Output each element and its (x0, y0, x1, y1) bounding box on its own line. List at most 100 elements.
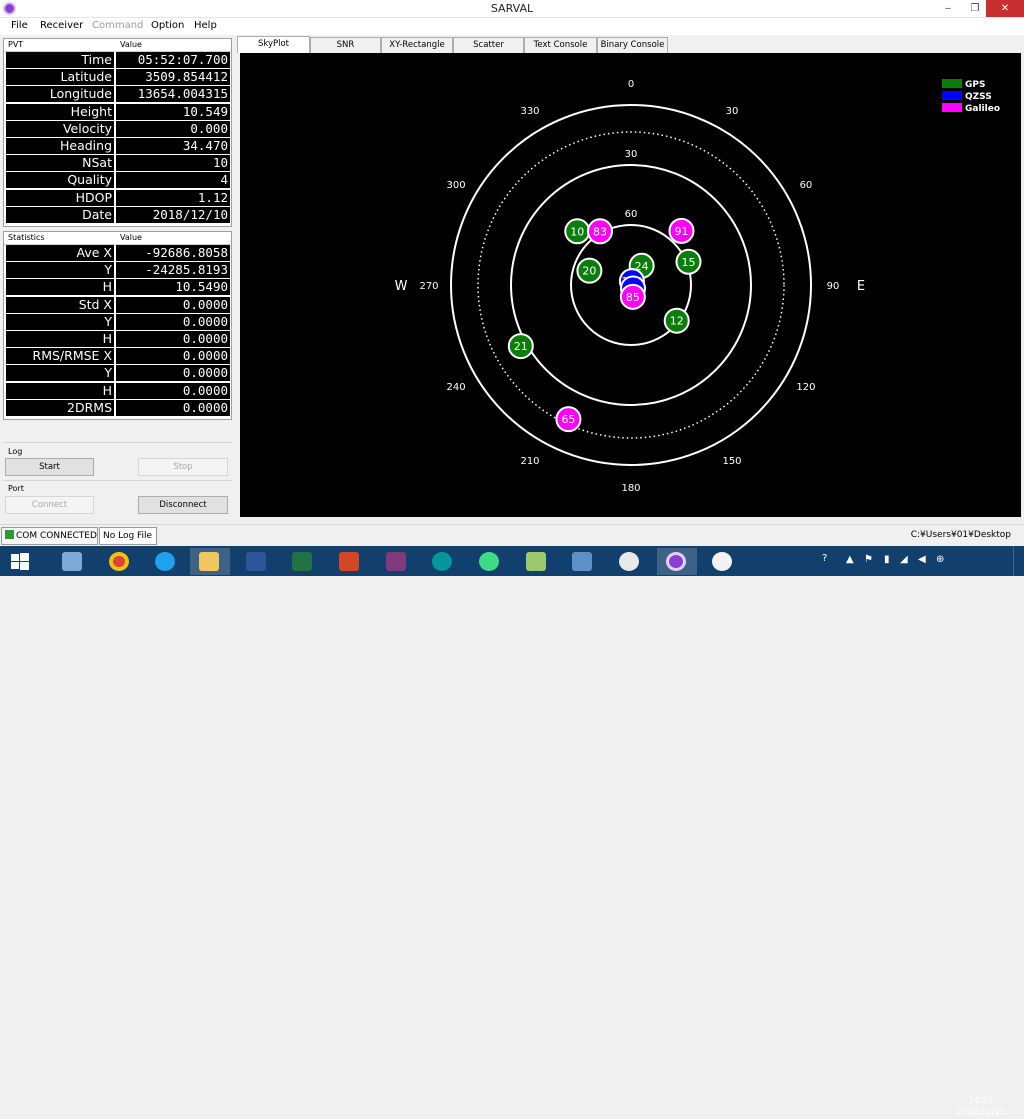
satellite-marker: 10 (564, 218, 591, 245)
pvt-row: Time 05:52:07.700 (4, 52, 231, 70)
volume-icon[interactable]: ◀ (918, 554, 926, 565)
pvt-row: Date 2018/12/10 (4, 206, 231, 224)
menu-receiver[interactable]: Receiver (40, 20, 83, 31)
taskbar-file-manager[interactable] (53, 548, 93, 575)
azimuth-label: 270 (419, 281, 438, 292)
pvt-row-value: 34.470 (116, 137, 230, 154)
pvt-row: Velocity 0.000 (4, 120, 231, 138)
taskbar-excel[interactable] (283, 548, 323, 575)
stats-row-value: 10.5490 (116, 279, 230, 296)
taskbar-network-app[interactable] (563, 548, 603, 575)
stats-row: Ave X -92686.8058 (4, 245, 231, 263)
start-button[interactable] (0, 548, 40, 575)
stats-row-value: 0.0000 (116, 330, 230, 347)
stats-row-value: 0.0000 (116, 399, 230, 416)
taskbar-android-studio[interactable] (470, 548, 510, 575)
compass-west-label: W (395, 279, 408, 294)
satellite-id-label: 10 (570, 225, 584, 238)
pvt-table-header: PVT Value (4, 39, 231, 52)
log-start-button[interactable]: Start (5, 458, 94, 476)
taskbar-word[interactable] (237, 548, 277, 575)
pvt-row-label: NSat (6, 155, 114, 172)
network-tray-icon[interactable]: ◢ (900, 554, 908, 565)
com-status: COM CONNECTED (1, 527, 98, 545)
tab-scatter[interactable]: Scatter (453, 37, 524, 53)
taskbar-clock[interactable]: 14:52 2018/12/10 (952, 1095, 1010, 1119)
word-icon (246, 552, 266, 571)
pvt-row-value: 4 (116, 172, 230, 189)
satellite-id-label: 83 (593, 225, 607, 238)
pvt-row: Heading 34.470 (4, 137, 231, 156)
satellite-marker: 83 (587, 218, 613, 245)
tab-binary-console[interactable]: Binary Console (597, 37, 668, 53)
window-title: SARVAL (490, 2, 534, 15)
stats-row-value: 0.0000 (116, 348, 230, 365)
menu-help[interactable]: Help (194, 20, 217, 31)
stats-row: RMS/RMSE X 0.0000 (4, 348, 231, 366)
taskbar-powerpoint[interactable] (330, 548, 370, 575)
pvt-row-label: Quality (6, 172, 114, 189)
legend-swatch (942, 79, 962, 88)
satellite-id-label: 15 (681, 256, 695, 269)
minimize-button[interactable]: ‒ (935, 0, 961, 17)
com-status-text: COM CONNECTED (16, 531, 97, 541)
tab-snr[interactable]: SNR (310, 37, 381, 53)
port-connect-button[interactable]: Connect (5, 496, 94, 514)
tray-expand-icon[interactable]: ▲ (846, 554, 854, 565)
pvt-row-label: Time (6, 52, 114, 68)
compass-east-label: E (857, 279, 865, 294)
satellite-marker: 65 (555, 406, 582, 433)
ime-icon[interactable]: ⊕ (936, 554, 944, 565)
elevation-label: 60 (625, 209, 638, 220)
close-button[interactable]: ✕ (986, 0, 1024, 17)
working-directory: C:¥Users¥01¥Desktop (910, 530, 1011, 540)
stats-row-label: 2DRMS (6, 399, 114, 416)
stats-row-label: RMS/RMSE X (6, 348, 114, 365)
taskbar-onenote[interactable] (377, 548, 417, 575)
taskbar-explorer[interactable] (190, 548, 230, 575)
pvt-row-value: 3509.854412 (116, 69, 230, 86)
restore-button[interactable]: ❐ (962, 0, 988, 17)
taskbar-sarval[interactable] (657, 548, 697, 575)
powerpoint-icon (339, 552, 359, 571)
menu-option[interactable]: Option (151, 20, 184, 31)
tab-text-console[interactable]: Text Console (524, 37, 597, 53)
flag-icon[interactable]: ⚑ (864, 554, 873, 565)
map-icon (526, 552, 546, 571)
excel-icon (292, 552, 312, 571)
azimuth-label: 30 (726, 106, 739, 117)
taskbar-paint[interactable] (703, 548, 743, 575)
pvt-row: NSat 10 (4, 155, 231, 173)
network-icon (572, 552, 592, 571)
taskbar-internet-explorer[interactable] (146, 548, 186, 575)
skyplot-satellites: 108324911520194185122165 (507, 217, 702, 433)
stats-row: 2DRMS 0.0000 (4, 399, 231, 417)
stats-row-value: 0.0000 (116, 296, 230, 313)
azimuth-label: 240 (447, 382, 466, 393)
azimuth-label: 60 (800, 180, 813, 191)
satellite-marker: 20 (576, 257, 603, 284)
azimuth-label: 330 (520, 106, 539, 117)
log-stop-button[interactable]: Stop (138, 458, 228, 476)
help-icon[interactable]: ? (822, 553, 827, 564)
file-manager-icon (62, 552, 82, 571)
menu-command[interactable]: Command (92, 20, 143, 31)
pvt-row-value: 13654.004315 (116, 86, 230, 103)
azimuth-label: 180 (621, 483, 640, 494)
title-bar: SARVAL ‒ ❐ ✕ (0, 0, 1024, 18)
skyplot-panel: 0 30 60 90 120 150 180 210 240 270 300 330 30 60 W E … (240, 53, 1021, 517)
stats-row: H 0.0000 (4, 382, 231, 400)
show-desktop-button[interactable] (1013, 546, 1024, 576)
taskbar-map-app[interactable] (517, 548, 557, 575)
statistics-header-value: Value (120, 233, 142, 242)
battery-icon[interactable]: ▮ (884, 554, 890, 565)
port-separator (3, 480, 232, 481)
satellite-id-label: 65 (561, 413, 575, 426)
menu-file[interactable]: File (11, 20, 28, 31)
tab-skyplot[interactable]: SkyPlot (237, 36, 310, 53)
taskbar-snipping-tool[interactable] (610, 548, 650, 575)
port-disconnect-button[interactable]: Disconnect (138, 496, 228, 514)
taskbar-arduino[interactable] (423, 548, 463, 575)
taskbar-chrome[interactable] (100, 548, 140, 575)
tab-xy-rectangle[interactable]: XY-Rectangle (381, 37, 453, 53)
